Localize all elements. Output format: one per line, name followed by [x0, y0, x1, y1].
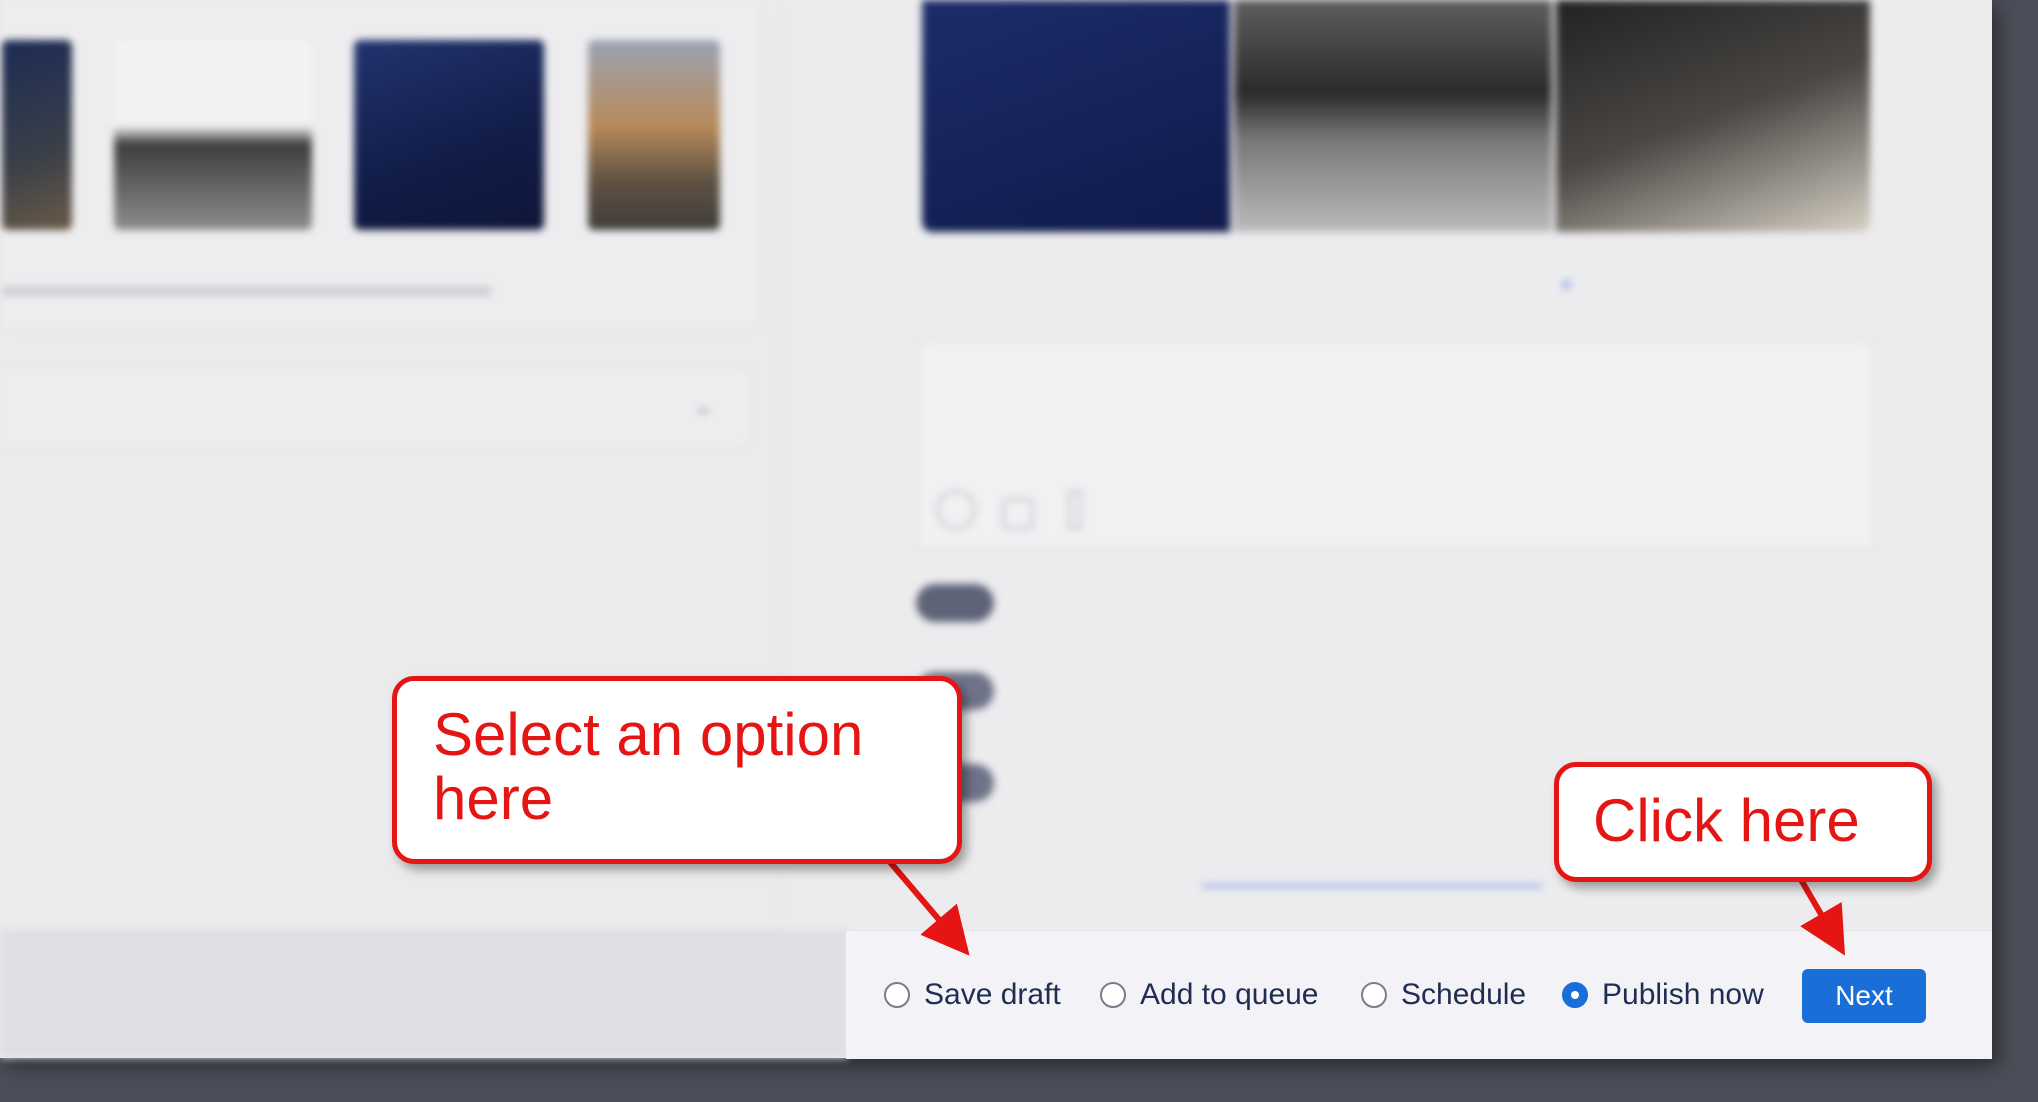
toggle-switch	[916, 584, 994, 622]
emoji-icon	[936, 490, 976, 530]
select-option-callout: Select an option here	[392, 676, 962, 864]
callout-text: Select an option here	[433, 701, 864, 832]
hashtag-icon	[1002, 498, 1034, 530]
radio-button[interactable]	[884, 982, 910, 1008]
radio-add-to-queue[interactable]: Add to queue	[1100, 973, 1319, 1017]
horizontal-scrollbar	[2, 286, 492, 296]
radio-save-draft[interactable]: Save draft	[884, 973, 1061, 1017]
radio-button-selected[interactable]	[1562, 982, 1588, 1008]
publish-action-bar: Save draft Add to queue Schedule Publish…	[846, 930, 1992, 1059]
radio-publish-now[interactable]: Publish now	[1562, 973, 1764, 1017]
preview-image	[1234, 0, 1552, 232]
radio-label: Add to queue	[1140, 978, 1319, 1011]
preview-images	[922, 0, 1870, 232]
footer-strip	[0, 930, 848, 1058]
thumbnail-image	[354, 40, 544, 230]
image-thumbnails-card	[0, 0, 762, 332]
add-comment-link: +	[1560, 272, 1634, 297]
blurred-background: ⌄ +	[0, 0, 1992, 1058]
click-here-callout: Click here	[1554, 762, 1932, 882]
callout-text: Click here	[1593, 787, 1860, 854]
comment-box	[916, 340, 1876, 550]
thumbnail-image	[2, 40, 72, 230]
radio-button[interactable]	[1361, 982, 1387, 1008]
thumbnail-image	[114, 40, 312, 230]
next-button[interactable]: Next	[1802, 969, 1926, 1023]
mention-icon	[1068, 490, 1082, 530]
radio-label: Schedule	[1401, 978, 1527, 1011]
preview-image	[1556, 0, 1870, 232]
app-window: ⌄ + Save draft Add to queue Schedule Pub…	[0, 0, 1992, 1059]
radio-label: Save draft	[924, 978, 1061, 1011]
radio-schedule[interactable]: Schedule	[1361, 973, 1526, 1017]
preview-image	[922, 0, 1230, 232]
radio-button[interactable]	[1100, 982, 1126, 1008]
thumbnail-image	[588, 40, 720, 230]
radio-label: Publish now	[1602, 978, 1764, 1011]
chevron-down-icon: ⌄	[692, 390, 714, 420]
apply-link	[1202, 862, 1542, 890]
collapsed-section: ⌄	[0, 366, 754, 448]
